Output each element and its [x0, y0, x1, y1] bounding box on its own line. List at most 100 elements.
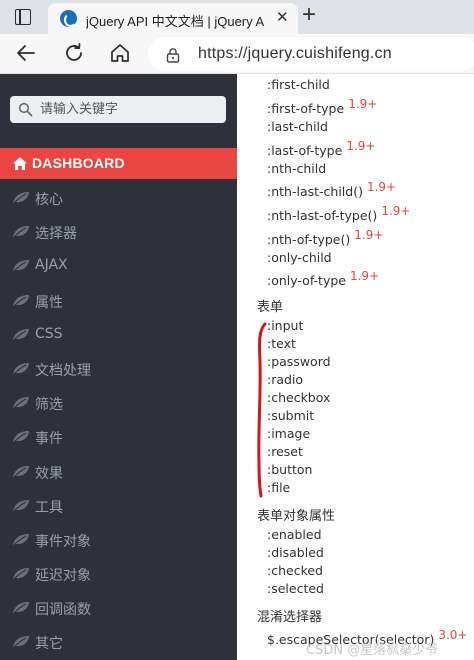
selector-link[interactable]: :file	[267, 480, 290, 495]
home-icon[interactable]	[108, 41, 132, 65]
sidebar-item-label: 筛选	[35, 397, 63, 414]
selector-link[interactable]: :last-of-type 1.9+	[267, 139, 375, 158]
jquery-favicon-icon	[60, 10, 77, 27]
sidebar-item-utilities[interactable]: 工具	[0, 488, 237, 522]
version-badge: 1.9+	[354, 228, 384, 242]
leaf-icon	[13, 602, 29, 614]
sidebar-item-dashboard[interactable]: DASHBOARD	[0, 148, 237, 179]
sidebar-item-label: 事件对象	[35, 533, 91, 550]
sidebar-item-label: 其它	[35, 636, 63, 653]
sidebar-item-core[interactable]: 核心	[0, 180, 237, 214]
leaf-icon	[13, 192, 29, 204]
home-icon	[13, 157, 27, 170]
selector-link[interactable]: :selected	[267, 581, 324, 596]
selector-link[interactable]: :disabled	[267, 545, 324, 560]
selector-link[interactable]: :only-of-type 1.9+	[267, 269, 379, 288]
tab-close-icon[interactable]: ✕	[276, 8, 289, 26]
version-badge: 3.0+	[438, 628, 468, 642]
red-bracket-annotation	[257, 322, 267, 498]
version-badge: 1.9+	[366, 180, 397, 194]
sidebar-item-events[interactable]: 事件	[0, 419, 237, 453]
search-box	[10, 96, 226, 123]
selector-link[interactable]: :last-child	[267, 119, 332, 134]
leaf-icon	[13, 226, 29, 238]
leaf-icon	[13, 636, 29, 648]
leaf-icon	[13, 362, 29, 375]
selector-link[interactable]: :first-child	[267, 77, 334, 92]
browser-tab-bar: jQuery API 中文文档 | jQuery API ✕ +	[0, 0, 474, 34]
sidebar-menu: 核心 选择器 AJAX 属性 CSS 文档处理 筛选 事件 效果 工具 事件对象…	[0, 180, 237, 659]
lock-icon[interactable]	[165, 47, 181, 63]
browser-nav-bar: https://jquery.cuishifeng.cn	[0, 34, 474, 74]
version-badge: 1.9+	[346, 139, 376, 153]
selector-link[interactable]: :nth-of-type() 1.9+	[267, 228, 383, 247]
new-tab-icon[interactable]: +	[302, 3, 316, 27]
sidebar-item-event-object[interactable]: 事件对象	[0, 522, 237, 556]
selector-link[interactable]: :password	[267, 354, 331, 369]
sidebar-item-traversing[interactable]: 筛选	[0, 385, 237, 419]
leaf-icon	[13, 328, 29, 341]
sidebar-item-label: 回调函数	[35, 602, 91, 619]
leaf-icon	[13, 260, 29, 272]
sidebar-item-label: 文档处理	[35, 362, 91, 379]
selector-link[interactable]: :nth-last-child() 1.9+	[267, 180, 396, 199]
section-heading-form-attributes: 表单对象属性	[257, 509, 336, 524]
selector-link[interactable]: :enabled	[267, 527, 322, 542]
sidebar-item-effects[interactable]: 效果	[0, 454, 237, 488]
selector-link[interactable]: :nth-last-of-type() 1.9+	[267, 204, 410, 223]
section-heading-escape: 混淆选择器	[257, 610, 323, 625]
window-menu-icon[interactable]	[15, 9, 31, 25]
leaf-icon	[13, 465, 29, 477]
sidebar-item-ajax[interactable]: AJAX	[0, 248, 237, 282]
back-arrow-icon[interactable]	[14, 41, 38, 65]
sidebar-item-label: DASHBOARD	[32, 155, 125, 171]
selector-link[interactable]: :only-child	[267, 250, 336, 265]
leaf-icon	[13, 499, 29, 512]
url-text[interactable]: https://jquery.cuishifeng.cn	[198, 45, 392, 63]
watermark: CSDN @星落枫燊少爷	[306, 643, 439, 658]
selector-link[interactable]: :radio	[267, 372, 303, 387]
sidebar-item-deferred[interactable]: 延迟对象	[0, 556, 237, 590]
sidebar-item-manipulation[interactable]: 文档处理	[0, 351, 237, 385]
sidebar-item-misc[interactable]: 其它	[0, 624, 237, 658]
selector-link[interactable]: :checkbox	[267, 390, 330, 405]
sidebar-item-label: 属性	[35, 294, 63, 311]
sidebar-item-callbacks[interactable]: 回调函数	[0, 590, 237, 624]
sidebar-item-attributes[interactable]: 属性	[0, 283, 237, 317]
leaf-icon	[13, 568, 29, 580]
selector-link[interactable]: :nth-child	[267, 161, 330, 176]
tab-title: jQuery API 中文文档 | jQuery API	[86, 14, 264, 29]
selector-link[interactable]: :first-of-type 1.9+	[267, 97, 377, 116]
search-icon	[18, 102, 33, 117]
selector-link[interactable]: :image	[267, 426, 310, 441]
sidebar-item-label: 效果	[35, 465, 63, 482]
sidebar: DASHBOARD 核心 选择器 AJAX 属性 CSS 文档处理 筛选 事件 …	[0, 74, 237, 660]
section-heading-forms: 表单	[257, 300, 284, 315]
selector-link[interactable]: :input	[267, 318, 303, 333]
selector-link[interactable]: :text	[267, 336, 296, 351]
leaf-icon	[13, 397, 29, 409]
version-badge: 1.9+	[381, 204, 411, 218]
selector-link[interactable]: :button	[267, 462, 312, 477]
version-badge: 1.9+	[348, 97, 378, 111]
leaf-icon	[13, 294, 29, 306]
version-badge: 1.9+	[349, 269, 380, 283]
selector-link[interactable]: :reset	[267, 444, 303, 459]
address-bar[interactable]: https://jquery.cuishifeng.cn	[148, 37, 474, 71]
sidebar-item-label: 核心	[35, 192, 63, 208]
sidebar-item-label: AJAX	[35, 257, 68, 274]
browser-tab[interactable]: jQuery API 中文文档 | jQuery API ✕	[48, 3, 298, 34]
sidebar-item-label: 选择器	[35, 226, 77, 243]
leaf-icon	[13, 533, 29, 546]
search-input[interactable]	[40, 96, 220, 123]
sidebar-item-label: 工具	[35, 499, 63, 516]
sidebar-item-label: CSS	[35, 325, 63, 342]
sidebar-item-selectors[interactable]: 选择器	[0, 214, 237, 248]
reload-icon[interactable]	[62, 41, 86, 65]
selector-link[interactable]: :submit	[267, 408, 314, 423]
sidebar-item-css[interactable]: CSS	[0, 317, 237, 351]
sidebar-item-label: 延迟对象	[35, 568, 91, 585]
leaf-icon	[13, 431, 29, 443]
selector-link[interactable]: :checked	[267, 563, 323, 578]
sidebar-item-label: 事件	[35, 431, 63, 448]
